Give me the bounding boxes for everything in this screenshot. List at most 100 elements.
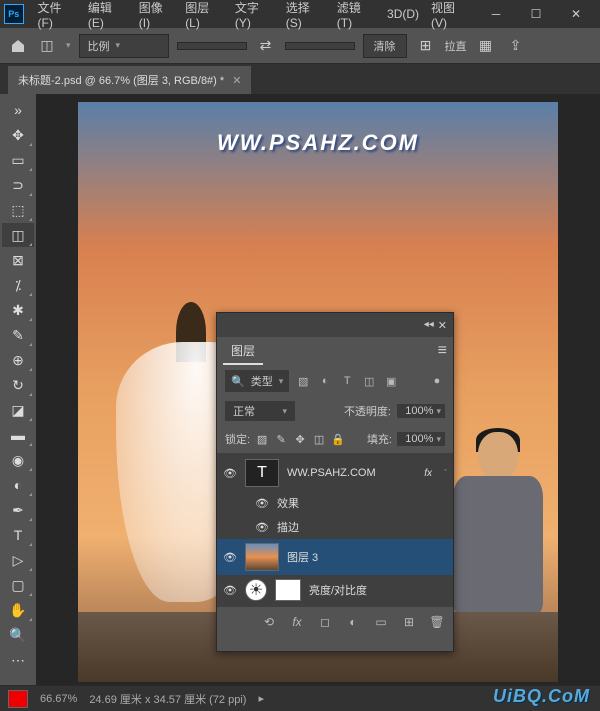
ratio-height-field[interactable]	[285, 42, 355, 50]
crop-tool-icon[interactable]: ◫	[36, 35, 58, 57]
panel-menu-icon[interactable]: ≡	[438, 342, 447, 360]
stamp-tool[interactable]: ⊕	[2, 348, 34, 372]
opacity-field[interactable]: 100% ▾	[397, 404, 445, 418]
straighten-icon[interactable]: ⊞	[415, 35, 437, 57]
layer-fx-row[interactable]: 👁 描边	[217, 515, 453, 539]
fill-field[interactable]: 100% ▾	[397, 432, 445, 446]
close-panel-icon[interactable]: ✕	[438, 319, 447, 332]
layer-mask-thumb[interactable]	[275, 579, 301, 601]
zoom-tool[interactable]: 🔍	[2, 623, 34, 647]
layer-row[interactable]: 👁 T WW.PSAHZ.COM fx ˇ	[217, 455, 453, 491]
home-icon[interactable]	[8, 36, 28, 56]
filter-shape-icon[interactable]: ◫	[361, 373, 377, 389]
clear-button[interactable]: 清除	[363, 34, 407, 58]
close-button[interactable]: ✕	[556, 0, 596, 28]
gradient-tool[interactable]: ▬	[2, 423, 34, 447]
document-tab[interactable]: 未标题-2.psd @ 66.7% (图层 3, RGB/8#) * ✕	[8, 66, 251, 94]
filter-adjust-icon[interactable]: ◐	[317, 373, 333, 389]
share-icon[interactable]: ⇪	[505, 35, 527, 57]
link-layers-icon[interactable]: ⟲	[261, 614, 277, 630]
crop-tool[interactable]: ◫	[2, 223, 34, 247]
collapse-panel-icon[interactable]: ◂◂	[424, 319, 434, 332]
layer-row[interactable]: 👁 ☀ 亮度/对比度	[217, 575, 453, 605]
visibility-icon[interactable]: 👁	[223, 584, 237, 597]
blur-tool[interactable]: ◉	[2, 448, 34, 472]
layers-tab[interactable]: 图层	[223, 338, 263, 365]
tab-title: 未标题-2.psd @ 66.7% (图层 3, RGB/8#) *	[18, 72, 224, 88]
maximize-button[interactable]: ☐	[516, 0, 556, 28]
lock-pixels-icon[interactable]: ✎	[274, 432, 288, 446]
opacity-label: 不透明度:	[344, 403, 391, 419]
path-select-tool[interactable]: ▷	[2, 548, 34, 572]
group-layers-icon[interactable]: ▭	[373, 614, 389, 630]
lock-all-icon[interactable]: 🔒	[331, 432, 345, 446]
history-brush-tool[interactable]: ↻	[2, 373, 34, 397]
filter-smart-icon[interactable]: ▣	[383, 373, 399, 389]
hand-tool[interactable]: ✋	[2, 598, 34, 622]
visibility-icon[interactable]: 👁	[223, 467, 237, 480]
layers-panel: ◂◂ ✕ 图层 ≡ 🔍 类型 ▾ ▧ ◐ T ◫ ▣ ● 正常▾ 不透明度: 1…	[216, 312, 454, 652]
visibility-icon[interactable]: 👁	[255, 521, 269, 534]
move-tool[interactable]: ✥	[2, 123, 34, 147]
menu-type[interactable]: 文字(Y)	[229, 0, 280, 34]
healing-tool[interactable]: ✱	[2, 298, 34, 322]
eyedropper-tool[interactable]: ⁒	[2, 273, 34, 297]
layer-fx-badge[interactable]: fx	[424, 468, 432, 479]
layer-name: 亮度/对比度	[309, 582, 367, 598]
dodge-tool[interactable]: ◐	[2, 473, 34, 497]
type-layer-icon: T	[245, 459, 279, 487]
layers-panel-footer: ⟲ fx ◻ ◐ ▭ ⊞ 🗑	[217, 607, 453, 637]
pen-tool[interactable]: ✒	[2, 498, 34, 522]
minimize-button[interactable]: ─	[476, 0, 516, 28]
new-layer-icon[interactable]: ⊞	[401, 614, 417, 630]
delete-layer-icon[interactable]: 🗑	[429, 614, 445, 630]
eraser-tool[interactable]: ◪	[2, 398, 34, 422]
layer-mask-icon[interactable]: ◻	[317, 614, 333, 630]
layer-fx-icon[interactable]: fx	[289, 614, 305, 630]
expand-fx-icon[interactable]: ˇ	[444, 468, 447, 478]
menu-select[interactable]: 选择(S)	[280, 0, 331, 34]
overlay-options-icon[interactable]: ▦	[475, 35, 497, 57]
quick-select-tool[interactable]: ⬚	[2, 198, 34, 222]
menu-file[interactable]: 文件(F)	[32, 0, 82, 34]
swap-icon[interactable]: ⇄	[255, 35, 277, 57]
title-bar: Ps 文件(F) 编辑(E) 图像(I) 图层(L) 文字(Y) 选择(S) 滤…	[0, 0, 600, 28]
menu-image[interactable]: 图像(I)	[133, 0, 179, 34]
lock-position-icon[interactable]: ✥	[293, 432, 307, 446]
more-tools-icon[interactable]: ⋯	[2, 648, 34, 672]
marquee-tool[interactable]: ▭	[2, 148, 34, 172]
zoom-level[interactable]: 66.67%	[40, 693, 77, 705]
type-tool[interactable]: T	[2, 523, 34, 547]
lock-transparency-icon[interactable]: ▨	[255, 432, 269, 446]
lock-artboard-icon[interactable]: ◫	[312, 432, 326, 446]
ratio-dropdown[interactable]: 比例▾	[79, 34, 169, 58]
brush-tool[interactable]: ✎	[2, 323, 34, 347]
menu-3d[interactable]: 3D(D)	[381, 3, 425, 25]
lasso-tool[interactable]: ⊃	[2, 173, 34, 197]
visibility-icon[interactable]: 👁	[223, 551, 237, 564]
filter-pixel-icon[interactable]: ▧	[295, 373, 311, 389]
filter-toggle[interactable]: ●	[429, 373, 445, 389]
visibility-icon[interactable]: 👁	[255, 497, 269, 510]
app-logo: Ps	[4, 4, 24, 24]
menu-view[interactable]: 视图(V)	[425, 0, 476, 34]
adjustment-layer-icon[interactable]: ◐	[345, 614, 361, 630]
blend-mode-value: 正常	[233, 403, 255, 419]
panel-header[interactable]: ◂◂ ✕	[217, 313, 453, 337]
frame-tool[interactable]: ⊠	[2, 248, 34, 272]
filter-type-dropdown[interactable]: 🔍 类型 ▾	[225, 370, 289, 392]
chevron-down-icon: ▾	[66, 40, 71, 51]
layer-fx-row[interactable]: 👁 效果	[217, 491, 453, 515]
blend-mode-dropdown[interactable]: 正常▾	[225, 401, 295, 421]
foreground-color-swatch[interactable]	[8, 690, 28, 708]
menu-filter[interactable]: 滤镜(T)	[331, 0, 381, 34]
filter-type-icon[interactable]: T	[339, 373, 355, 389]
ratio-width-field[interactable]	[177, 42, 247, 50]
menu-layer[interactable]: 图层(L)	[179, 0, 229, 34]
layer-row[interactable]: 👁 图层 3	[217, 539, 453, 575]
collapse-tools-icon[interactable]: »	[2, 98, 34, 122]
menu-edit[interactable]: 编辑(E)	[82, 0, 133, 34]
shape-tool[interactable]: ▢	[2, 573, 34, 597]
status-more-icon[interactable]: ▸	[258, 692, 264, 705]
tab-close-icon[interactable]: ✕	[232, 74, 241, 87]
